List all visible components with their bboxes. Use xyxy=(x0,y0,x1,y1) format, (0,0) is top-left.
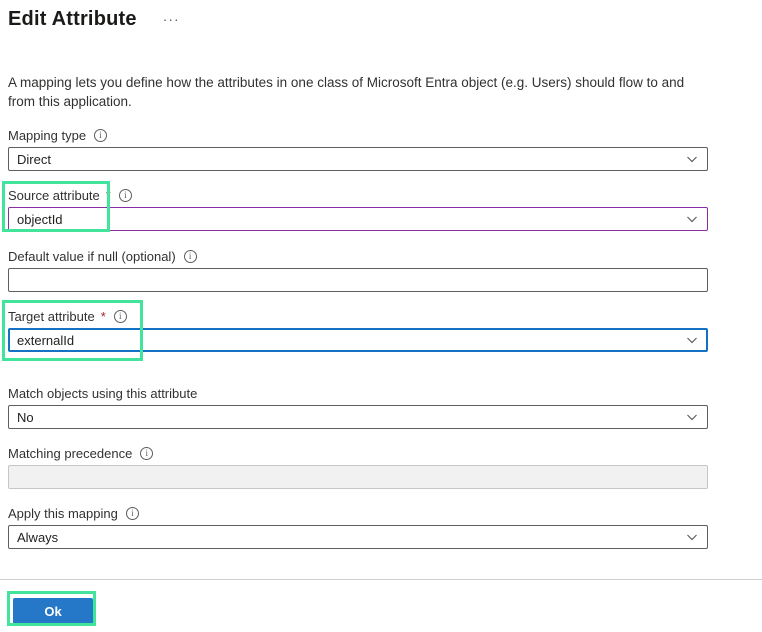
chevron-down-icon xyxy=(685,530,699,544)
chevron-down-icon xyxy=(685,410,699,424)
info-icon[interactable]: i xyxy=(183,249,197,263)
default-value-label-row: Default value if null (optional) i xyxy=(8,248,762,264)
field-group-default-value: Default value if null (optional) i xyxy=(8,248,762,292)
field-group-source-attribute: Source attribute * i objectId xyxy=(8,187,762,231)
edit-attribute-form: Mapping type i Direct Source attribute *… xyxy=(8,127,762,549)
default-value-label: Default value if null (optional) xyxy=(8,248,176,264)
target-attribute-value: externalId xyxy=(17,332,75,348)
target-attribute-label-row: Target attribute * i xyxy=(8,308,762,324)
footer-divider xyxy=(0,579,762,580)
apply-mapping-label-row: Apply this mapping i xyxy=(8,505,762,521)
chevron-down-icon xyxy=(685,333,699,347)
required-marker: * xyxy=(100,308,106,324)
source-attribute-select[interactable]: objectId xyxy=(8,207,708,231)
source-attribute-label: Source attribute xyxy=(8,187,100,203)
chevron-down-icon xyxy=(685,212,699,226)
info-icon[interactable]: i xyxy=(94,128,108,142)
page-title: Edit Attribute xyxy=(8,8,137,30)
default-value-field xyxy=(8,268,708,292)
matching-precedence-label-row: Matching precedence i xyxy=(8,445,762,461)
apply-mapping-value: Always xyxy=(17,529,59,545)
required-marker: * xyxy=(105,187,111,203)
target-attribute-select[interactable]: externalId xyxy=(8,328,708,352)
mapping-type-select[interactable]: Direct xyxy=(8,147,708,171)
mapping-type-label: Mapping type xyxy=(8,127,87,143)
edit-attribute-panel: Edit Attribute ··· A mapping lets you de… xyxy=(0,0,762,632)
field-group-matching-precedence: Matching precedence i xyxy=(8,445,762,489)
field-group-target-attribute: Target attribute * i externalId xyxy=(8,308,762,352)
match-objects-label: Match objects using this attribute xyxy=(8,385,198,401)
source-attribute-value: objectId xyxy=(17,211,63,227)
info-icon[interactable]: i xyxy=(118,188,132,202)
info-icon[interactable]: i xyxy=(125,506,139,520)
ok-button[interactable]: Ok xyxy=(13,598,93,624)
panel-header: Edit Attribute ··· xyxy=(8,5,762,33)
more-options-button[interactable]: ··· xyxy=(159,12,184,26)
default-value-input[interactable] xyxy=(17,269,699,291)
field-group-match-objects: Match objects using this attribute No xyxy=(8,385,762,429)
match-objects-select[interactable]: No xyxy=(8,405,708,429)
mapping-type-value: Direct xyxy=(17,151,51,167)
mapping-type-label-row: Mapping type i xyxy=(8,127,762,143)
matching-precedence-label: Matching precedence xyxy=(8,445,133,461)
source-attribute-label-row: Source attribute * i xyxy=(8,187,762,203)
field-group-apply-mapping: Apply this mapping i Always xyxy=(8,505,762,549)
chevron-down-icon xyxy=(685,152,699,166)
info-icon[interactable]: i xyxy=(113,309,127,323)
apply-mapping-select[interactable]: Always xyxy=(8,525,708,549)
info-icon[interactable]: i xyxy=(140,446,154,460)
mapping-description: A mapping lets you define how the attrib… xyxy=(8,75,685,109)
target-attribute-label: Target attribute xyxy=(8,308,95,324)
match-objects-value: No xyxy=(17,409,34,425)
field-group-mapping-type: Mapping type i Direct xyxy=(8,127,762,171)
match-objects-label-row: Match objects using this attribute xyxy=(8,385,762,401)
apply-mapping-label: Apply this mapping xyxy=(8,505,118,521)
matching-precedence-field xyxy=(8,465,708,489)
